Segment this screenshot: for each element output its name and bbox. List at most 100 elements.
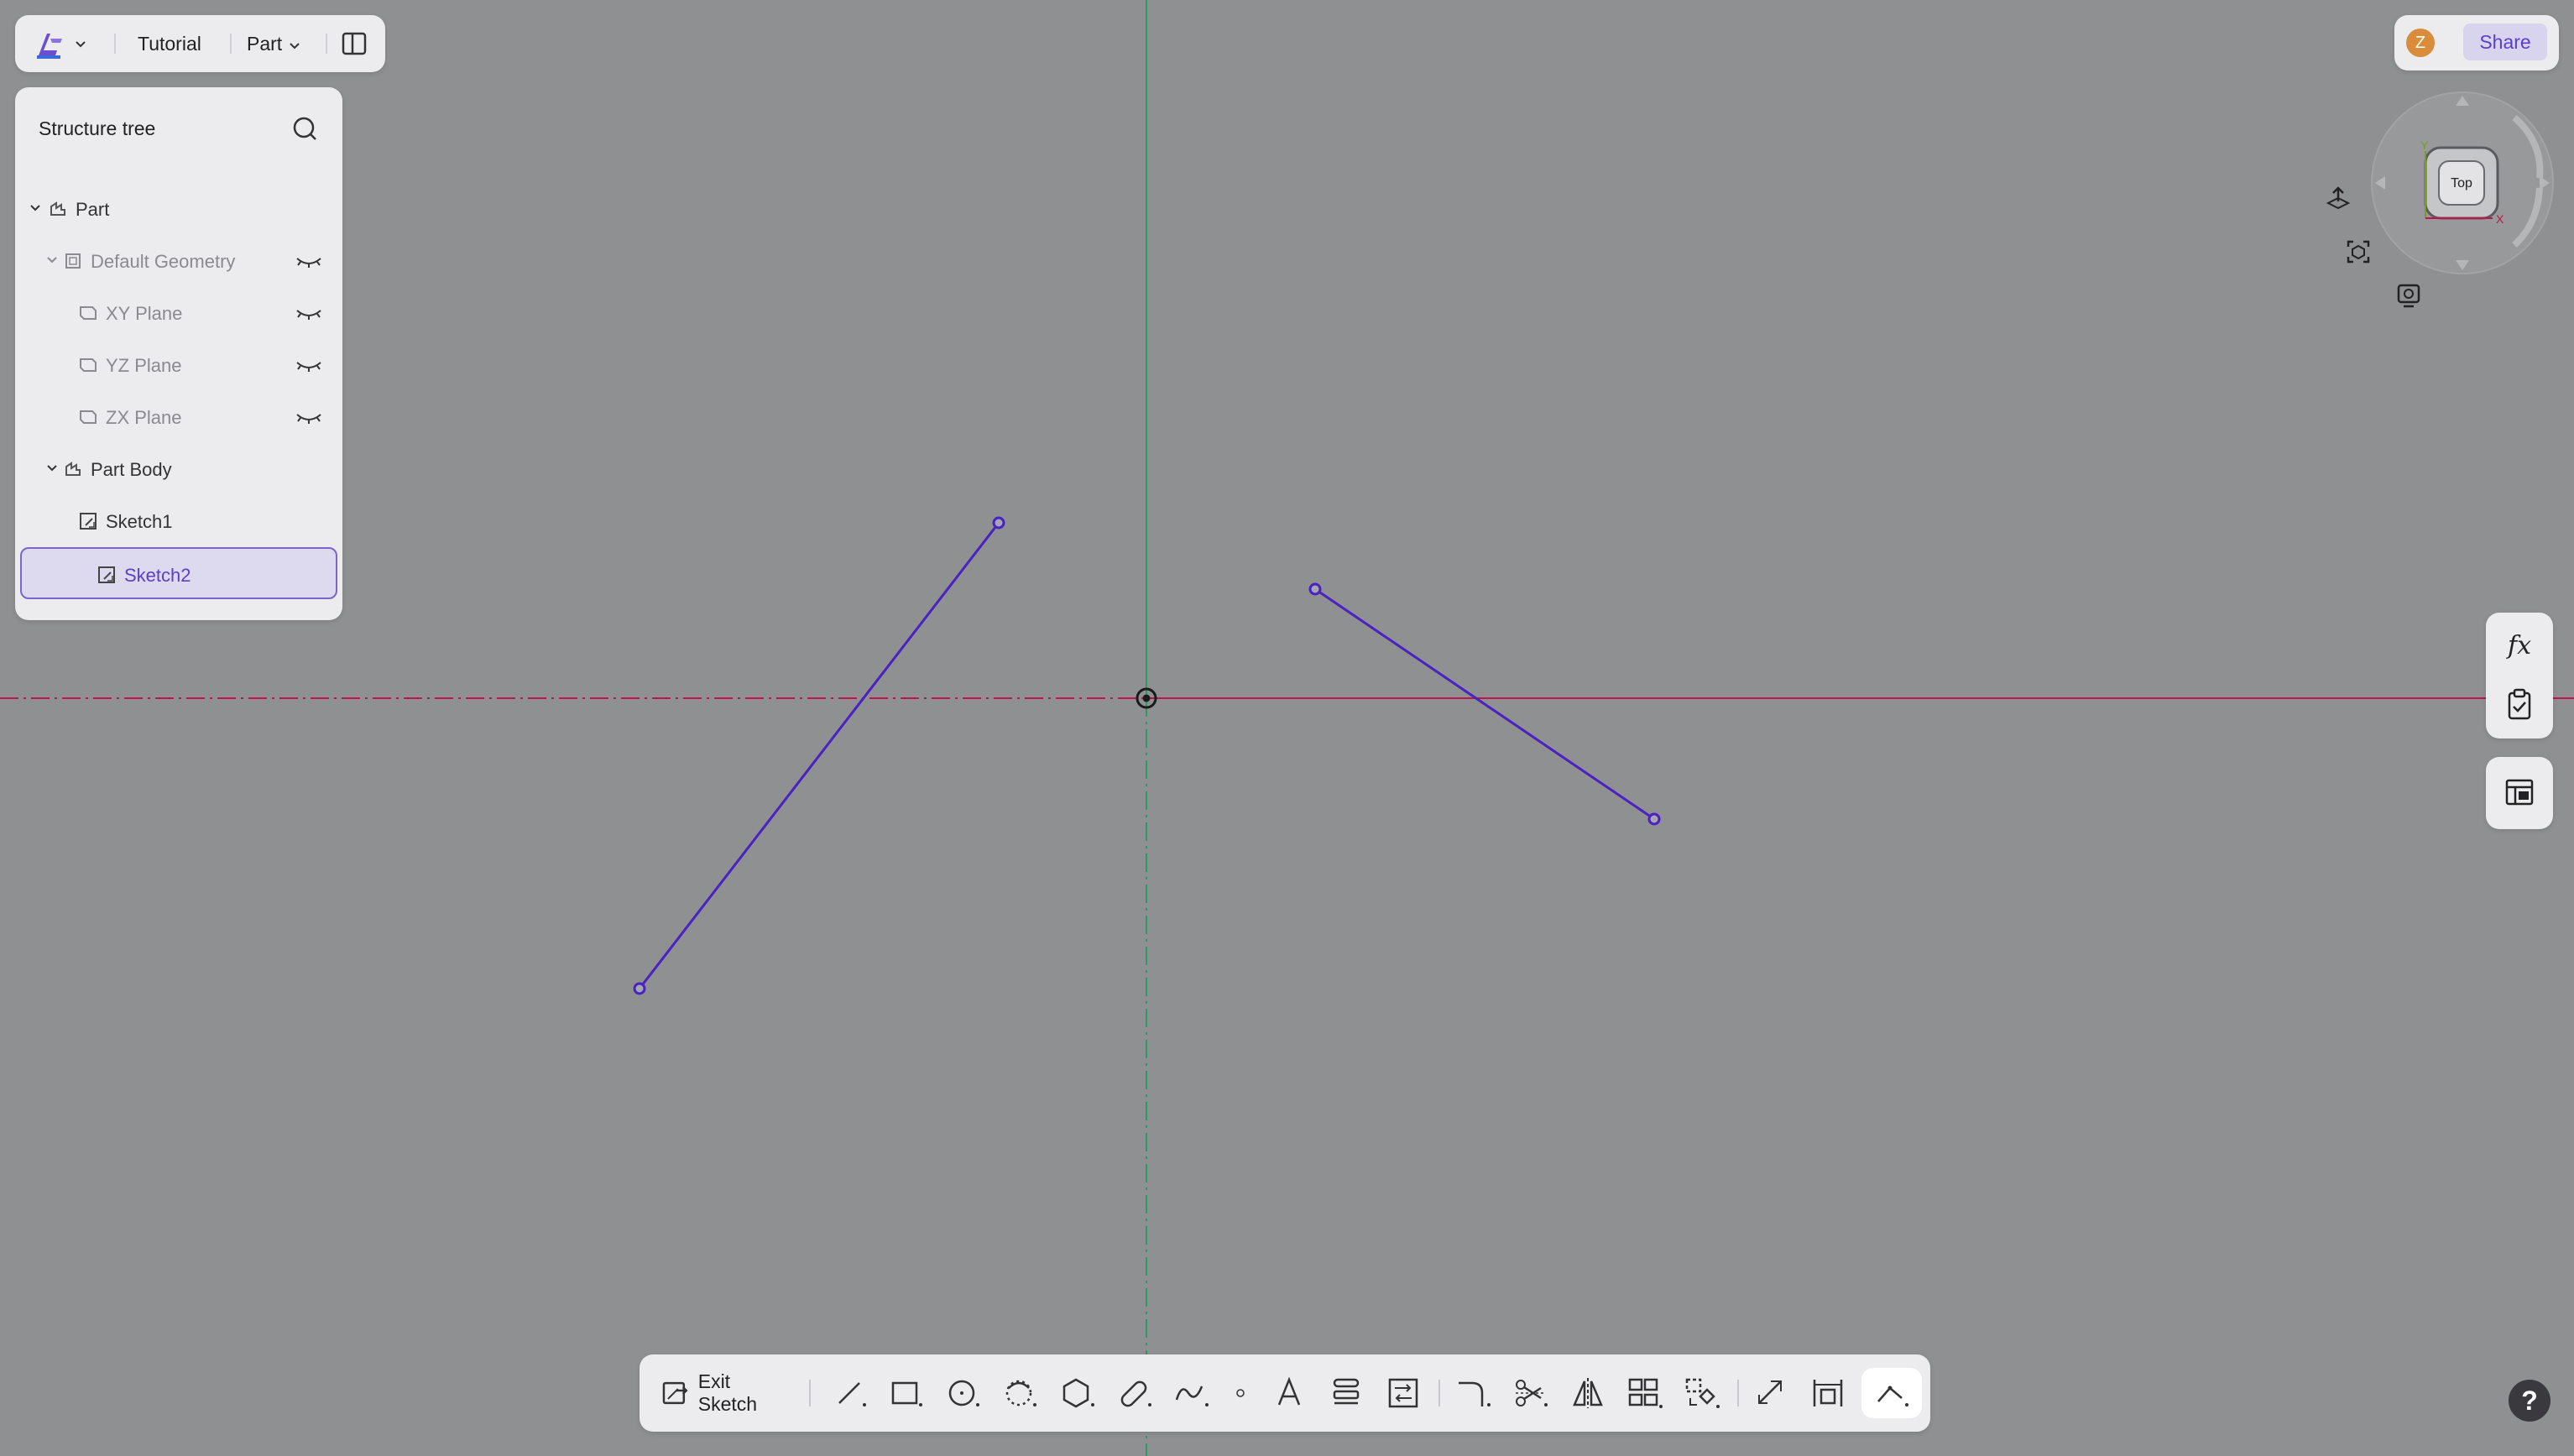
tree-item-label: ZX Plane bbox=[106, 407, 182, 428]
line-endpoint[interactable] bbox=[992, 516, 1005, 530]
constraint-tool[interactable] bbox=[1861, 1368, 1922, 1418]
avatar[interactable]: Z bbox=[2406, 29, 2435, 57]
construction-tool[interactable] bbox=[1747, 1368, 1794, 1418]
chevron-down-icon bbox=[289, 43, 300, 50]
pattern-tool[interactable] bbox=[1621, 1368, 1668, 1418]
table-icon[interactable] bbox=[2503, 775, 2536, 809]
visibility-hidden-icon[interactable] bbox=[294, 304, 324, 322]
tree-item-sketch2[interactable]: Sketch2 bbox=[20, 547, 337, 599]
arc-icon bbox=[1005, 1380, 1036, 1406]
visibility-hidden-icon[interactable] bbox=[294, 408, 324, 426]
rectangle-tool[interactable] bbox=[883, 1368, 930, 1418]
line-tool[interactable] bbox=[828, 1368, 875, 1418]
tree-item-label: XY Plane bbox=[106, 303, 183, 324]
spline-icon bbox=[1175, 1386, 1209, 1406]
sketch-canvas[interactable] bbox=[0, 0, 2574, 1456]
divider bbox=[230, 34, 232, 54]
polygon-icon bbox=[1062, 1378, 1094, 1408]
transform-tool[interactable] bbox=[1679, 1368, 1726, 1418]
dimension-tool[interactable] bbox=[1804, 1368, 1851, 1418]
app-logo-icon bbox=[37, 34, 62, 59]
panel-toggle-icon[interactable] bbox=[339, 29, 369, 59]
mode-dropdown[interactable]: Part bbox=[247, 32, 301, 55]
text-tool[interactable] bbox=[1266, 1368, 1313, 1418]
share-panel: Z Share bbox=[2394, 15, 2559, 70]
share-button[interactable]: Share bbox=[2463, 23, 2547, 60]
polygon-tool[interactable] bbox=[1054, 1368, 1101, 1418]
body-icon bbox=[65, 462, 81, 476]
line-endpoint[interactable] bbox=[633, 982, 646, 995]
convert-tool[interactable] bbox=[1380, 1368, 1427, 1418]
cube-face-label: Top bbox=[2451, 176, 2472, 190]
geometry-icon bbox=[65, 253, 81, 269]
project-name[interactable]: Tutorial bbox=[138, 32, 201, 55]
line-endpoint[interactable] bbox=[1308, 582, 1322, 596]
exit-sketch-button[interactable]: Exit Sketch bbox=[660, 1368, 794, 1418]
exit-sketch-label: Exit Sketch bbox=[697, 1370, 758, 1415]
tree-item-label: YZ Plane bbox=[106, 355, 182, 376]
tree-item-part[interactable]: Part bbox=[20, 185, 337, 233]
plane-icon bbox=[80, 410, 97, 424]
sketch-line-2[interactable] bbox=[1308, 582, 1661, 826]
spline-tool[interactable] bbox=[1168, 1368, 1215, 1418]
line-icon bbox=[838, 1382, 866, 1406]
point-icon bbox=[1236, 1389, 1245, 1397]
dimension-icon bbox=[1813, 1380, 1843, 1406]
axis-x-label: X bbox=[2496, 212, 2504, 226]
sketch-icon bbox=[80, 513, 97, 530]
tree-item-xy-plane[interactable]: XY Plane bbox=[20, 289, 337, 337]
transform-icon bbox=[1685, 1378, 1720, 1408]
search-icon[interactable] bbox=[289, 112, 322, 146]
convert-icon bbox=[1388, 1378, 1418, 1408]
tree-item-yz-plane[interactable]: YZ Plane bbox=[20, 341, 337, 389]
visibility-hidden-icon[interactable] bbox=[294, 252, 324, 270]
trim-icon bbox=[1516, 1380, 1548, 1406]
tree-item-sketch1[interactable]: Sketch1 bbox=[20, 497, 337, 545]
pattern-icon bbox=[1628, 1378, 1663, 1408]
top-bar: Tutorial Part bbox=[15, 15, 385, 72]
axis-y-label: Y bbox=[2420, 138, 2429, 152]
zoom-fit-icon[interactable] bbox=[2343, 237, 2373, 267]
visibility-hidden-icon[interactable] bbox=[294, 356, 324, 374]
offset-tool[interactable] bbox=[1323, 1368, 1370, 1418]
chevron-down-icon[interactable] bbox=[45, 462, 59, 475]
point-tool[interactable] bbox=[1224, 1368, 1257, 1418]
divider bbox=[1737, 1380, 1739, 1406]
sketch-line-1[interactable] bbox=[633, 516, 1005, 995]
divider bbox=[326, 34, 327, 54]
sketch-icon bbox=[98, 566, 115, 583]
display-mode-icon[interactable] bbox=[2394, 280, 2424, 311]
sketch-toolbar: Exit Sketch bbox=[640, 1354, 1930, 1432]
slot-icon bbox=[1120, 1380, 1151, 1407]
view-normal-icon[interactable] bbox=[2323, 183, 2353, 213]
mirror-tool[interactable] bbox=[1564, 1368, 1611, 1418]
rectangle-icon bbox=[891, 1381, 922, 1406]
exit-sketch-icon bbox=[662, 1381, 688, 1405]
trim-tool[interactable] bbox=[1507, 1368, 1554, 1418]
constraint-icon bbox=[1877, 1386, 1908, 1406]
right-tools-panel: fx bbox=[2486, 613, 2553, 738]
mirror-icon bbox=[1573, 1378, 1603, 1408]
checklist-icon[interactable] bbox=[2503, 686, 2536, 723]
structure-tree-title: Structure tree bbox=[39, 117, 156, 139]
slot-tool[interactable] bbox=[1111, 1368, 1158, 1418]
right-tools-panel-2 bbox=[2486, 757, 2553, 829]
tree-item-default-geometry[interactable]: Default Geometry bbox=[20, 237, 337, 285]
fillet-tool[interactable] bbox=[1450, 1368, 1497, 1418]
construction-line-icon bbox=[1758, 1380, 1782, 1404]
line-endpoint[interactable] bbox=[1647, 812, 1661, 826]
chevron-down-icon bbox=[76, 41, 86, 48]
chevron-down-icon[interactable] bbox=[45, 253, 59, 267]
circle-tool[interactable] bbox=[940, 1368, 987, 1418]
app-menu-button[interactable] bbox=[34, 27, 87, 60]
tree-item-part-body[interactable]: Part Body bbox=[20, 445, 337, 493]
tree-item-label: Part Body bbox=[91, 459, 172, 480]
tree-item-label: Sketch2 bbox=[124, 565, 191, 586]
arc-tool[interactable] bbox=[997, 1368, 1044, 1418]
formula-button[interactable]: fx bbox=[2503, 629, 2536, 663]
plane-icon bbox=[80, 358, 97, 372]
tree-item-zx-plane[interactable]: ZX Plane bbox=[20, 393, 337, 441]
chevron-down-icon[interactable] bbox=[29, 201, 42, 215]
help-button[interactable]: ? bbox=[2509, 1380, 2551, 1422]
fillet-icon bbox=[1459, 1381, 1491, 1406]
